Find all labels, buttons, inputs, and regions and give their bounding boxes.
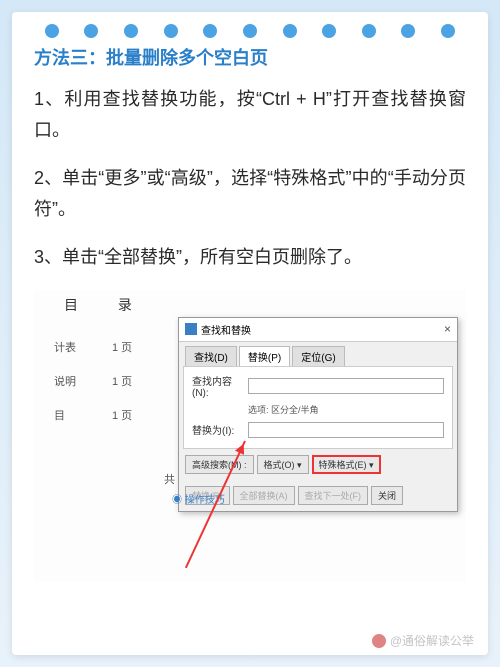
replace-label: 替换为(I): bbox=[192, 422, 244, 437]
step-2: 2、单击“更多”或“高级”，选择“特殊格式”中的“手动分页符”。 bbox=[34, 163, 466, 224]
step-3: 3、单击“全部替换”，所有空白页删除了。 bbox=[34, 242, 466, 273]
more-button[interactable]: 高级搜索(M) : bbox=[185, 455, 254, 474]
dialog-title-text: 查找和替换 bbox=[201, 322, 251, 337]
method-title: 方法三：批量删除多个空白页 bbox=[34, 44, 466, 70]
button-row-1: 高级搜索(M) : 格式(O) ▾ 特殊格式(E) ▾ bbox=[179, 449, 457, 480]
find-input[interactable] bbox=[248, 378, 444, 394]
watermark: @通俗解读公举 bbox=[372, 632, 474, 649]
close-icon[interactable]: × bbox=[444, 322, 451, 336]
replace-all-button[interactable]: 全部替换(A) bbox=[233, 486, 295, 505]
find-replace-dialog: 查找和替换 × 查找(D) 替换(P) 定位(G) 查找内容(N): 选项: 区… bbox=[178, 317, 458, 512]
toc-heading: 目 录 bbox=[64, 295, 150, 315]
tab-find[interactable]: 查找(D) bbox=[185, 346, 237, 366]
find-next-button[interactable]: 查找下一处(F) bbox=[298, 486, 369, 505]
dialog-titlebar: 查找和替换 × bbox=[179, 318, 457, 342]
options-row: 选项: 区分全/半角 bbox=[248, 403, 444, 416]
tab-replace[interactable]: 替换(P) bbox=[239, 346, 290, 366]
dialog-tabs: 查找(D) 替换(P) 定位(G) bbox=[179, 342, 457, 366]
special-format-button[interactable]: 特殊格式(E) ▾ bbox=[312, 455, 381, 474]
toc-row: 说明1 页 bbox=[54, 373, 132, 389]
toc-row: 计表1 页 bbox=[54, 339, 132, 355]
toc-row: 目1 页 bbox=[54, 407, 132, 423]
find-label: 查找内容(N): bbox=[192, 373, 244, 399]
dialog-body: 查找内容(N): 选项: 区分全/半角 替换为(I): bbox=[183, 366, 453, 449]
paper-card: 方法三：批量删除多个空白页 1、利用查找替换功能，按“Ctrl + H”打开查找… bbox=[12, 12, 488, 655]
binder-holes bbox=[12, 24, 488, 38]
watermark-icon bbox=[372, 634, 386, 648]
step-1: 1、利用查找替换功能，按“Ctrl + H”打开查找替换窗口。 bbox=[34, 84, 466, 145]
format-button[interactable]: 格式(O) ▾ bbox=[257, 455, 309, 474]
replace-input[interactable] bbox=[248, 422, 444, 438]
tab-goto[interactable]: 定位(G) bbox=[292, 346, 344, 366]
screenshot-area: 目 录 计表1 页 说明1 页 目1 页 共 3页 查找和替换 × 查找(D) … bbox=[34, 291, 466, 581]
close-button[interactable]: 关闭 bbox=[371, 486, 403, 505]
app-icon bbox=[185, 323, 197, 335]
